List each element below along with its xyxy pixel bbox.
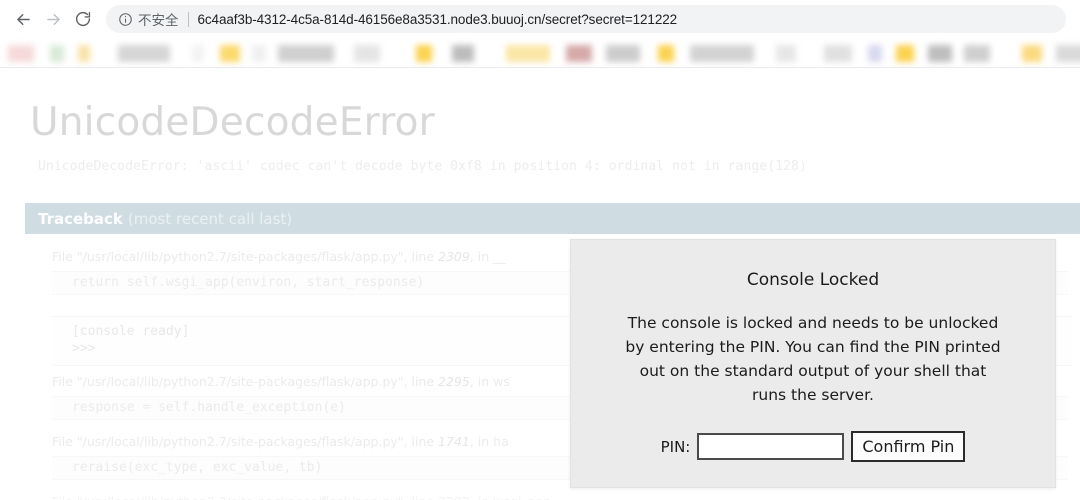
bookmark-item-redacted[interactable] (93, 44, 115, 62)
url-text: 6c4aaf3b-4312-4c5a-814d-46156e8a3531.nod… (197, 11, 678, 27)
bookmark-item-redacted[interactable] (477, 44, 503, 62)
bookmark-item-redacted[interactable] (243, 44, 249, 62)
frame-file-path: File "/usr/local/lib/python2.7/site-pack… (52, 434, 439, 449)
info-circle-icon (119, 12, 132, 26)
pin-input[interactable] (697, 433, 845, 460)
bookmark-item-redacted[interactable] (1045, 44, 1053, 62)
bookmark-item-redacted[interactable] (207, 44, 217, 62)
bookmark-item-redacted[interactable] (506, 44, 550, 62)
bookmarks-blurred-content (8, 40, 1080, 66)
bookmark-item-redacted[interactable] (824, 44, 852, 62)
bookmark-item-redacted[interactable] (37, 44, 47, 62)
bookmark-item-redacted[interactable] (220, 44, 240, 62)
frame-file-path: File "/usr/local/lib/python2.7/site-pack… (52, 249, 439, 264)
pin-label: PIN: (660, 437, 691, 456)
bookmark-item-redacted[interactable] (173, 44, 189, 62)
bookmark-item-redacted[interactable] (917, 44, 925, 62)
bookmark-item-redacted[interactable] (658, 44, 674, 62)
frame-function: , in ha (469, 434, 509, 449)
bookmark-item-redacted[interactable] (964, 44, 990, 62)
frame-file-path: File "/usr/local/lib/python2.7/site-pack… (52, 374, 439, 389)
bookmark-item-redacted[interactable] (118, 44, 170, 62)
omnibox-divider (187, 11, 189, 27)
bookmark-item-redacted[interactable] (337, 44, 351, 62)
browser-toolbar: 不安全 6c4aaf3b-4312-4c5a-814d-46156e8a3531… (0, 0, 1080, 38)
arrow-right-icon (46, 13, 60, 25)
bookmark-item-redacted[interactable] (595, 44, 603, 62)
bookmark-item-redacted[interactable] (252, 44, 266, 62)
bookmark-item-redacted[interactable] (278, 44, 334, 62)
traceback-frame-cutoff[interactable]: File "/usr/local/lib/python2.7/site-pack… (25, 494, 1080, 500)
traceback-header-bold: Traceback (38, 209, 123, 228)
bookmark-item-redacted[interactable] (8, 44, 34, 62)
bookmark-item-redacted[interactable] (993, 44, 1019, 62)
bookmark-item-redacted[interactable] (885, 44, 893, 62)
bookmark-item-redacted[interactable] (855, 44, 865, 62)
address-bar[interactable]: 不安全 6c4aaf3b-4312-4c5a-814d-46156e8a3531… (106, 5, 1066, 33)
bookmark-item-redacted[interactable] (776, 44, 796, 62)
bookmarks-bar[interactable] (0, 38, 1080, 68)
bookmark-item-redacted[interactable] (354, 44, 380, 62)
bookmark-item-redacted[interactable] (643, 44, 655, 62)
bookmark-item-redacted[interactable] (928, 44, 952, 62)
bookmark-item-redacted[interactable] (757, 44, 773, 62)
bookmark-item-redacted[interactable] (606, 44, 640, 62)
bookmark-item-redacted[interactable] (78, 44, 90, 62)
frame-line-number: 2309 (438, 249, 470, 264)
bookmark-item-redacted[interactable] (868, 44, 882, 62)
frame-file-line: File "/usr/local/lib/python2.7/site-pack… (25, 494, 1080, 500)
bookmark-item-redacted[interactable] (955, 44, 961, 62)
bookmark-item-redacted[interactable] (67, 44, 75, 62)
reload-icon (75, 11, 91, 27)
frame-function: , in ws (469, 374, 510, 389)
bookmark-item-redacted[interactable] (1056, 44, 1080, 62)
bookmark-item-redacted[interactable] (553, 44, 563, 62)
security-label: 不安全 (138, 13, 179, 29)
modal-title: Console Locked (746, 270, 880, 290)
page-title: UnicodeDecodeError (30, 100, 435, 145)
bookmark-item-redacted[interactable] (192, 44, 204, 62)
frame-function: , in __ (469, 249, 506, 264)
bookmark-item-redacted[interactable] (50, 44, 64, 62)
bookmark-item-redacted[interactable] (452, 44, 474, 62)
bookmark-item-redacted[interactable] (269, 44, 275, 62)
back-button[interactable] (8, 4, 38, 34)
arrow-left-icon (16, 13, 30, 25)
bookmark-item-redacted[interactable] (383, 44, 413, 62)
security-status[interactable]: 不安全 (118, 9, 179, 29)
traceback-header-rest: (most recent call last) (127, 209, 293, 228)
bookmark-item-redacted[interactable] (799, 44, 821, 62)
bookmark-item-redacted[interactable] (677, 44, 687, 62)
pin-entry-row: PIN: Confirm Pin (571, 431, 1055, 462)
frame-line-number: 1741 (438, 434, 470, 449)
bookmark-item-redacted[interactable] (566, 44, 592, 62)
error-message: UnicodeDecodeError: 'ascii' codec can't … (38, 159, 807, 174)
bookmark-item-redacted[interactable] (896, 44, 914, 62)
bookmark-item-redacted[interactable] (690, 44, 754, 62)
forward-button[interactable] (38, 4, 68, 34)
bookmarks-divider (0, 67, 1080, 68)
modal-body-text: The console is locked and needs to be un… (625, 314, 1001, 404)
bookmark-item-redacted[interactable] (416, 44, 432, 62)
confirm-pin-button[interactable]: Confirm Pin (851, 431, 966, 462)
reload-button[interactable] (68, 4, 98, 34)
frame-line-number: 2295 (438, 374, 470, 389)
console-locked-modal: Console Locked The console is locked and… (570, 239, 1056, 488)
traceback-header: Traceback (most recent call last) (25, 203, 1080, 234)
bookmark-item-redacted[interactable] (435, 44, 449, 62)
bookmark-item-redacted[interactable] (1022, 44, 1042, 62)
